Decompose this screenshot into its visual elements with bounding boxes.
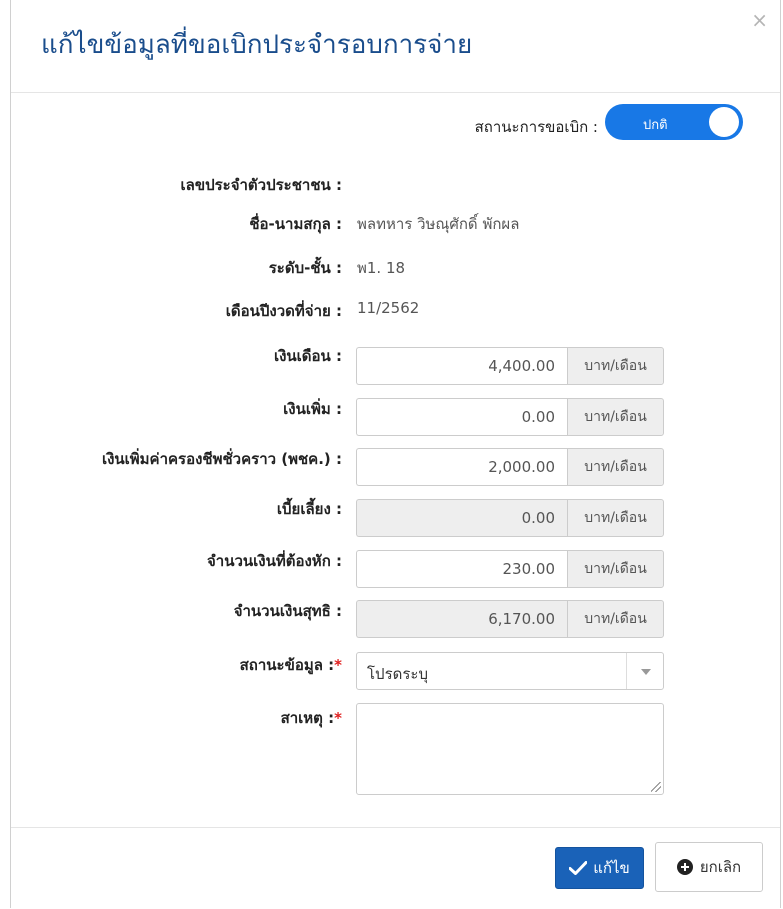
- period-value: 11/2562: [357, 299, 420, 317]
- edit-button-label: แก้ไข: [593, 859, 630, 877]
- reason-label: สาเหตุ :*: [281, 706, 342, 730]
- modal-header: แก้ไขข้อมูลที่ขอเบิกประจำรอบการจ่าย ×: [11, 0, 780, 93]
- extra-pay-input[interactable]: 0.00: [356, 398, 567, 436]
- temp-allowance-unit: บาท/เดือน: [567, 448, 664, 486]
- data-status-select[interactable]: โปรดระบุ: [356, 652, 664, 690]
- stipend-label: เบี้ยเลี้ยง :: [276, 500, 342, 518]
- deduction-input[interactable]: 230.00: [356, 550, 567, 588]
- chevron-down-icon: [641, 669, 651, 675]
- name-value: พลทหาร วิษณุศักดิ์ พักผล: [357, 215, 520, 233]
- stipend-input-group: 0.00 บาท/เดือน: [356, 499, 664, 537]
- temp-allowance-input-group: 2,000.00 บาท/เดือน: [356, 448, 664, 486]
- salary-input-group: 4,400.00 บาท/เดือน: [356, 347, 664, 385]
- net-amount-label: จำนวนเงินสุทธิ :: [233, 602, 342, 620]
- request-status-toggle[interactable]: ปกติ: [605, 104, 743, 140]
- data-status-label: สถานะข้อมูล :*: [240, 653, 342, 677]
- extra-pay-input-group: 0.00 บาท/เดือน: [356, 398, 664, 436]
- salary-label: เงินเดือน :: [273, 347, 342, 365]
- required-mark: *: [334, 656, 342, 674]
- salary-input[interactable]: 4,400.00: [356, 347, 567, 385]
- salary-unit: บาท/เดือน: [567, 347, 664, 385]
- plus-circle-icon: [676, 859, 693, 875]
- reason-label-text: สาเหตุ :: [280, 709, 335, 727]
- net-amount-input: 6,170.00: [356, 600, 567, 638]
- net-amount-unit: บาท/เดือน: [567, 600, 664, 638]
- temp-allowance-input[interactable]: 2,000.00: [356, 448, 567, 486]
- extra-pay-label: เงินเพิ่ม :: [283, 400, 342, 418]
- select-divider: [626, 653, 627, 689]
- resize-handle-icon[interactable]: [651, 782, 661, 792]
- toggle-text: ปกติ: [643, 118, 668, 133]
- deduction-unit: บาท/เดือน: [567, 550, 664, 588]
- name-label: ชื่อ-นามสกุล :: [249, 215, 342, 233]
- check-icon: [569, 861, 588, 875]
- reason-textarea[interactable]: [356, 703, 664, 795]
- required-mark: *: [334, 709, 342, 727]
- deduction-input-group: 230.00 บาท/เดือน: [356, 550, 664, 588]
- cancel-button[interactable]: ยกเลิก: [655, 842, 763, 892]
- modal-footer: แก้ไข ยกเลิก: [11, 827, 780, 909]
- data-status-label-text: สถานะข้อมูล :: [239, 656, 335, 674]
- extra-pay-unit: บาท/เดือน: [567, 398, 664, 436]
- deduction-label: จำนวนเงินที่ต้องหัก :: [207, 552, 342, 570]
- edit-button[interactable]: แก้ไข: [555, 847, 644, 889]
- cancel-button-label: ยกเลิก: [699, 858, 742, 876]
- temp-allowance-label: เงินเพิ่มค่าครองชีพชั่วคราว (พชค.) :: [101, 450, 342, 468]
- request-status-label: สถานะการขอเบิก :: [474, 118, 598, 136]
- stipend-unit: บาท/เดือน: [567, 499, 664, 537]
- period-label: เดือนปีงวดที่จ่าย :: [225, 302, 342, 320]
- rank-label: ระดับ-ชั้น :: [268, 259, 342, 277]
- modal-title: แก้ไขข้อมูลที่ขอเบิกประจำรอบการจ่าย: [41, 30, 473, 60]
- stipend-input: 0.00: [356, 499, 567, 537]
- toggle-knob: [709, 107, 739, 137]
- data-status-selected: โปรดระบุ: [367, 665, 429, 683]
- net-amount-input-group: 6,170.00 บาท/เดือน: [356, 600, 664, 638]
- close-icon[interactable]: ×: [751, 10, 768, 30]
- edit-payment-modal: แก้ไขข้อมูลที่ขอเบิกประจำรอบการจ่าย × สถ…: [10, 0, 781, 908]
- citizen-id-label: เลขประจำตัวประชาชน :: [180, 176, 342, 194]
- rank-value: พ1. 18: [357, 259, 406, 277]
